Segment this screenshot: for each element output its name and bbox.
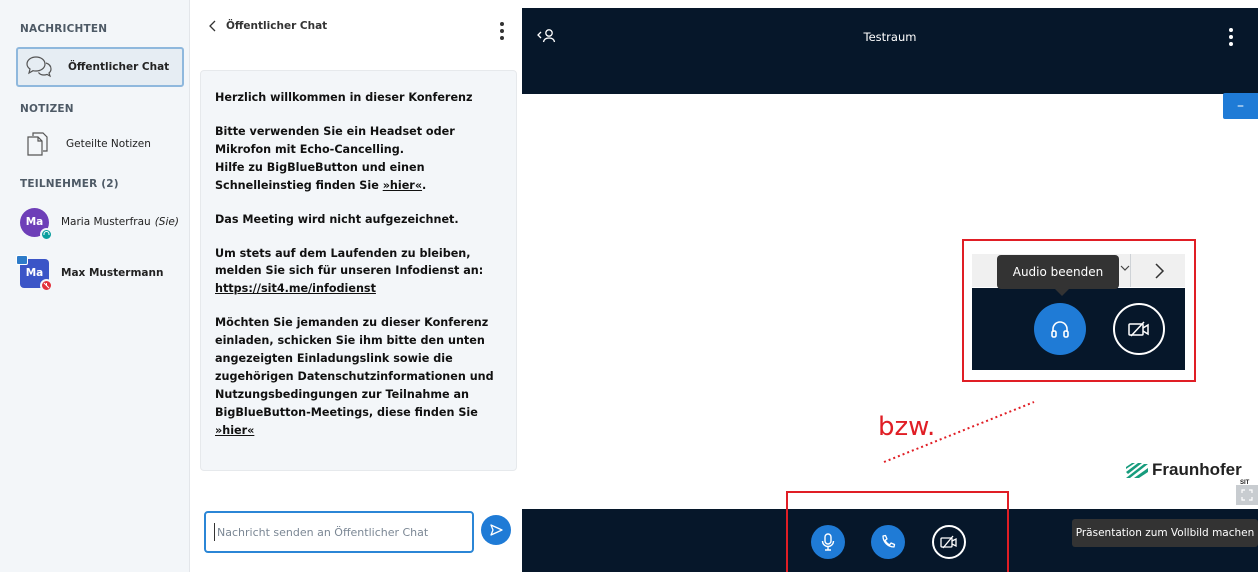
minimize-presentation-button[interactable]: – (1223, 93, 1258, 119)
chevron-left-icon (209, 20, 216, 32)
chat-title: Öffentlicher Chat (226, 20, 328, 32)
muted-mic-icon (40, 278, 53, 292)
chat-options-icon[interactable] (500, 22, 504, 40)
sidebar-item-shared-notes[interactable]: Geteilte Notizen (16, 124, 184, 164)
listen-only-icon (40, 227, 53, 241)
public-chat-label: Öffentlicher Chat (68, 61, 170, 73)
avatar: Ma (16, 254, 53, 292)
terms-link[interactable]: »hier« (215, 424, 254, 437)
chat-panel: Öffentlicher Chat Herzlich willkommen in… (190, 0, 520, 572)
options-menu-icon[interactable] (1229, 28, 1233, 46)
chat-message: Um stets auf dem Laufenden zu bleiben, m… (215, 246, 484, 296)
user-list-sidebar: NACHRICHTEN Öffentlicher Chat NOTIZEN Ge… (0, 0, 190, 572)
avatar: Ma (20, 207, 53, 241)
annotation-text: bzw. (878, 412, 936, 442)
sidebar-item-public-chat[interactable]: Öffentlicher Chat (16, 47, 184, 87)
chat-input-placeholder: Nachricht senden an Öffentlicher Chat (217, 525, 429, 539)
room-title: Testraum (863, 30, 917, 44)
participant-name: Max Mustermann (61, 267, 164, 279)
participant-name: Maria Musterfrau (61, 216, 151, 228)
annotation-actionbar-frame (786, 491, 1009, 572)
welcome-message: Herzlich willkommen in dieser Konferenz (215, 91, 473, 104)
participant-item[interactable]: Ma Maria Musterfrau (Sie) (20, 204, 179, 241)
fullscreen-button[interactable] (1236, 485, 1258, 505)
chat-header[interactable]: Öffentlicher Chat (208, 20, 327, 32)
document-icon (22, 129, 52, 159)
notes-section-title: NOTIZEN (20, 103, 74, 115)
annotation-zoom-frame (962, 239, 1196, 382)
top-navbar: Testraum (522, 8, 1258, 94)
participant-self-marker: (Sie) (154, 216, 179, 228)
presenter-icon (16, 254, 28, 265)
fraunhofer-mark-icon (1126, 463, 1148, 478)
send-icon (490, 524, 503, 536)
fraunhofer-logo: Fraunhofer (1126, 460, 1242, 480)
chat-message: Bitte verwenden Sie ein Headset oder Mik… (215, 124, 455, 192)
presentation-stage: Testraum – Audio beenden bzw. Fraunhofer… (522, 0, 1258, 572)
participants-section-title: TEILNEHMER (2) (20, 178, 119, 190)
infodienst-link[interactable]: https://sit4.me/infodienst (215, 282, 376, 295)
help-link[interactable]: »hier« (383, 179, 422, 192)
chat-message: Möchten Sie jemanden zu dieser Konferenz… (215, 316, 494, 437)
chat-message: Das Meeting wird nicht aufgezeichnet. (215, 212, 459, 226)
participant-item[interactable]: Ma Max Mustermann (16, 254, 164, 292)
chat-message-list: Herzlich willkommen in dieser Konferenz … (200, 70, 517, 471)
shared-notes-label: Geteilte Notizen (66, 138, 151, 150)
messages-section-title: NACHRICHTEN (20, 23, 108, 35)
fullscreen-tooltip: Präsentation zum Vollbild machen (1072, 519, 1258, 547)
send-message-button[interactable] (481, 515, 511, 545)
chat-message-input[interactable]: Nachricht senden an Öffentlicher Chat (204, 511, 474, 553)
chat-bubbles-icon (24, 52, 54, 82)
expand-icon (1241, 489, 1253, 501)
